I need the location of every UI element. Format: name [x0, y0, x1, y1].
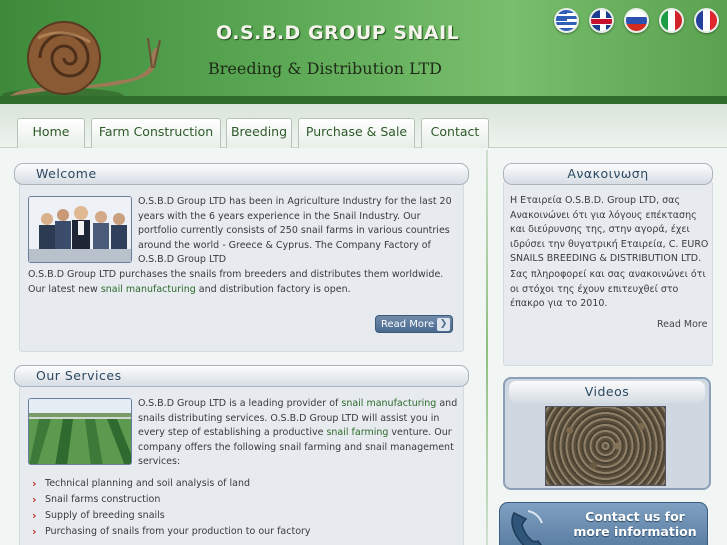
greek-flag-icon[interactable]: [554, 8, 579, 33]
site-title: O.S.B.D GROUP SNAIL: [216, 22, 460, 44]
services-intro-text: O.S.B.D Group LTD is a leading provider …: [138, 397, 460, 470]
tab-purchase-sale-label: Purchase & Sale: [305, 124, 408, 139]
language-flags: [554, 8, 719, 33]
snail-manufacturing-link-2[interactable]: snail manufacturing: [341, 398, 436, 409]
welcome-p2-text-b: and distribution factory is open.: [195, 283, 351, 295]
snail-manufacturing-link[interactable]: snail manufacturing: [101, 284, 196, 295]
italian-flag-icon[interactable]: [659, 8, 684, 33]
services-heading: Our Services: [14, 365, 469, 387]
site-header: O.S.B.D GROUP SNAIL Breeding & Distribut…: [0, 0, 727, 104]
announcement-text-2: Σας πληροφορεί και σας ανακοινώνει ότι ο…: [510, 269, 706, 309]
snail-logo-image: [2, 21, 161, 104]
tab-purchase-sale[interactable]: Purchase & Sale: [298, 118, 415, 148]
welcome-heading: Welcome: [14, 163, 469, 185]
tab-home[interactable]: Home: [17, 118, 85, 148]
column-divider: [486, 150, 488, 545]
tab-contact-label: Contact: [430, 124, 480, 139]
list-item: Technical planning and soil analysis of …: [32, 476, 311, 492]
tab-home-label: Home: [32, 124, 70, 139]
phone-icon: [511, 510, 543, 545]
announcement-text-1: Η Εταιρεία O.S.B.D. Group LTD, σας Ανακο…: [510, 195, 709, 264]
announcement-read-more-link[interactable]: Read More: [657, 319, 707, 330]
tab-contact[interactable]: Contact: [421, 118, 489, 148]
welcome-intro-text: O.S.B.D Group LTD has been in Agricultur…: [138, 196, 452, 265]
announcement-heading: Ανακοινωση: [503, 163, 713, 185]
services-list: Technical planning and soil analysis of …: [32, 476, 311, 540]
snail-farm-photo: [28, 398, 132, 465]
videos-panel: Videos: [503, 377, 711, 490]
snail-farming-link[interactable]: snail farming: [326, 427, 388, 438]
welcome-second-paragraph: O.S.B.D Group LTD purchases the snails f…: [28, 268, 458, 297]
welcome-read-more-button[interactable]: Read More ❯: [375, 315, 453, 333]
videos-heading: Videos: [509, 381, 705, 403]
main-nav: Home Farm Construction Breeding Purchase…: [0, 104, 727, 148]
french-flag-icon[interactable]: [694, 8, 719, 33]
list-item: Supply of breeding snails: [32, 508, 311, 524]
video-thumbnail[interactable]: [545, 406, 666, 486]
services-p1-text-a: O.S.B.D Group LTD is a leading provider …: [138, 398, 342, 409]
chevron-right-icon: ❯: [437, 318, 450, 331]
tab-farm-construction[interactable]: Farm Construction: [91, 118, 221, 148]
list-item: Snail farms construction: [32, 492, 311, 508]
uk-flag-icon[interactable]: [589, 8, 614, 33]
office-team-photo: [28, 196, 132, 263]
site-subtitle: Breeding & Distribution LTD: [208, 59, 442, 78]
tab-breeding-label: Breeding: [230, 124, 288, 139]
contact-us-label: Contact us for more information: [573, 509, 697, 539]
welcome-read-more-label: Read More: [381, 319, 435, 330]
list-item: Purchasing of snails from your productio…: [32, 524, 311, 540]
russian-flag-icon[interactable]: [624, 8, 649, 33]
tab-breeding[interactable]: Breeding: [226, 118, 292, 148]
tab-farm-construction-label: Farm Construction: [98, 124, 214, 139]
contact-us-banner[interactable]: Contact us for more information: [499, 502, 708, 545]
